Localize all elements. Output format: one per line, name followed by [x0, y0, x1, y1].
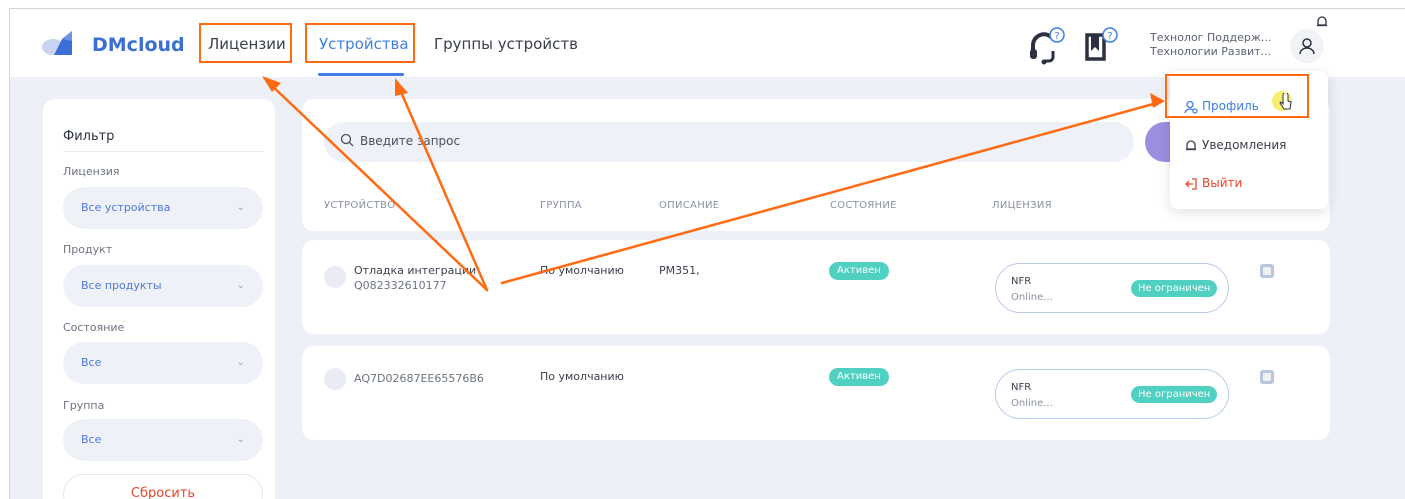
column-header-device[interactable]: УСТРОЙСТВО: [324, 200, 395, 211]
license-filter-label: Лицензия: [63, 165, 120, 178]
headset-question-icon[interactable]: ?: [1027, 27, 1067, 67]
row-select-checkbox[interactable]: [324, 368, 346, 390]
column-header-state[interactable]: СОСТОЯНИЕ: [830, 200, 897, 211]
brand-name: DMcloud: [92, 34, 185, 56]
group-filter-label: Группа: [63, 399, 105, 412]
group-filter-select[interactable]: Все ⌄: [63, 419, 263, 461]
nav-device-groups[interactable]: Группы устройств: [434, 35, 578, 53]
license-name: NFR: [1011, 276, 1032, 287]
filter-panel: Фильтр Лицензия Все устройства ⌄ Продукт…: [43, 99, 275, 499]
active-tab-indicator: [318, 73, 404, 76]
open-device-icon[interactable]: [1260, 264, 1274, 278]
product-filter-value: Все продукты: [81, 279, 162, 292]
menu-item-profile[interactable]: Профиль: [1184, 99, 1259, 114]
bell-icon: [1186, 139, 1196, 150]
license-pill[interactable]: NFR Online... Не ограничен: [995, 369, 1229, 419]
device-name: Отладка интеграции: [354, 264, 477, 277]
menu-item-logout[interactable]: Выйти: [1184, 176, 1242, 191]
user-name-line: Технолог Поддерж...: [1150, 31, 1272, 44]
nav-licenses[interactable]: Лицензии: [208, 35, 286, 53]
svg-text:?: ?: [1107, 31, 1112, 42]
table-row[interactable]: AQ7D02687EE65576B6 По умолчанию Активен …: [302, 346, 1330, 440]
license-pill[interactable]: NFR Online... Не ограничен: [995, 263, 1229, 313]
chevron-down-icon: ⌄: [236, 202, 245, 213]
menu-item-label: Профиль: [1202, 99, 1259, 113]
user-account-info[interactable]: Технолог Поддерж... Технологии Развит...: [1150, 31, 1271, 59]
device-description: PM351,: [659, 264, 700, 277]
menu-item-label: Выйти: [1202, 176, 1243, 190]
column-header-description[interactable]: ОПИСАНИЕ: [659, 200, 719, 211]
license-filter-select[interactable]: Все устройства ⌄: [63, 187, 263, 229]
license-status-badge: Не ограничен: [1131, 280, 1218, 297]
row-select-checkbox[interactable]: [324, 266, 346, 288]
license-status-badge: Не ограничен: [1131, 386, 1218, 403]
license-filter-value: Все устройства: [81, 201, 171, 214]
product-filter-label: Продукт: [63, 243, 113, 256]
user-dropdown-menu: Профиль Уведомления Выйти: [1170, 71, 1328, 209]
column-header-license[interactable]: ЛИЦЕНЗИЯ: [992, 200, 1052, 211]
device-id: Q082332610177: [354, 279, 447, 292]
device-group: По умолчанию: [540, 370, 624, 383]
state-filter-select[interactable]: Все ⌄: [63, 342, 263, 384]
search-icon: [340, 133, 354, 147]
license-subtitle: Online...: [1011, 398, 1053, 409]
chevron-down-icon: ⌄: [236, 357, 245, 368]
device-group: По умолчанию: [540, 264, 624, 277]
logout-icon: [1185, 177, 1197, 190]
svg-text:?: ?: [1054, 31, 1059, 42]
state-filter-value: Все: [81, 356, 102, 369]
menu-item-notifications[interactable]: Уведомления: [1184, 138, 1286, 153]
hand-cursor-icon: [1279, 93, 1292, 110]
menu-item-label: Уведомления: [1202, 138, 1287, 152]
bell-icon[interactable]: [1315, 15, 1329, 29]
search-input[interactable]: Введите запрос: [324, 122, 1134, 162]
group-filter-value: Все: [81, 433, 102, 446]
chevron-down-icon: ⌄: [236, 280, 245, 291]
avatar[interactable]: [1290, 29, 1324, 63]
search-placeholder: Введите запрос: [360, 134, 461, 148]
divider: [63, 151, 263, 152]
device-id: AQ7D02687EE65576B6: [354, 372, 484, 385]
reset-filter-button[interactable]: Сбросить: [63, 474, 263, 499]
user-settings-icon: [1184, 100, 1198, 114]
dmcloud-logo-icon: [42, 31, 72, 55]
state-filter-label: Состояние: [63, 321, 125, 334]
open-device-icon[interactable]: [1260, 370, 1274, 384]
book-question-icon[interactable]: ?: [1082, 25, 1122, 65]
nav-devices[interactable]: Устройства: [319, 35, 409, 53]
license-name: NFR: [1011, 382, 1032, 393]
filter-title: Фильтр: [63, 129, 115, 144]
product-filter-select[interactable]: Все продукты ⌄: [63, 265, 263, 307]
license-subtitle: Online...: [1011, 292, 1053, 303]
status-badge: Активен: [829, 368, 889, 386]
column-header-group[interactable]: ГРУППА: [540, 200, 582, 211]
status-badge: Активен: [829, 262, 889, 280]
user-icon: [1299, 38, 1315, 55]
top-bar: DMcloud Лицензии Устройства Группы устро…: [10, 9, 1405, 77]
user-org-line: Технологии Развит...: [1150, 45, 1272, 58]
chevron-down-icon: ⌄: [236, 434, 245, 445]
app-window: DMcloud Лицензии Устройства Группы устро…: [9, 8, 1405, 499]
table-row[interactable]: Отладка интеграции Q082332610177 По умол…: [302, 240, 1330, 334]
